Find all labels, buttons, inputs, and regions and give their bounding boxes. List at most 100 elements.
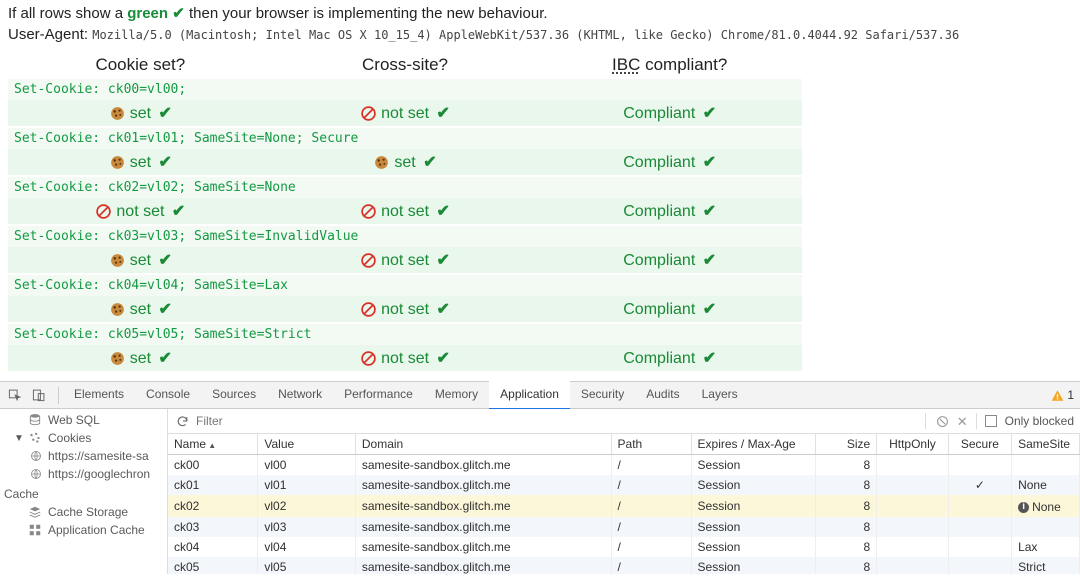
only-blocked-checkbox[interactable] — [985, 415, 997, 427]
devtools-tab-audits[interactable]: Audits — [635, 381, 690, 410]
devtools-tab-layers[interactable]: Layers — [691, 381, 749, 410]
cookie-icon — [109, 105, 126, 122]
cookie-col-header[interactable]: Domain — [355, 434, 611, 455]
result-cross-site: not set ✔ — [273, 198, 538, 224]
cookie-cell: vl00 — [258, 455, 355, 476]
sidebar-heading-cache: Cache — [0, 483, 167, 503]
cookie-cell: / — [611, 517, 691, 537]
cookie-cell: samesite-sandbox.glitch.me — [355, 455, 611, 476]
cookie-col-header[interactable]: Secure — [948, 434, 1011, 455]
sidebar-item[interactable]: https://googlechron — [0, 465, 167, 483]
cookie-row[interactable]: ck03vl03samesite-sandbox.glitch.me/Sessi… — [168, 517, 1080, 537]
devtools-tab-security[interactable]: Security — [570, 381, 635, 410]
devtools-panel: ElementsConsoleSourcesNetworkPerformance… — [0, 381, 1080, 574]
cookie-cell: vl02 — [258, 495, 355, 517]
filter-input[interactable] — [196, 414, 919, 428]
cookie-cell: Session — [691, 475, 816, 495]
nosign-icon — [360, 301, 377, 318]
devtools-tab-memory[interactable]: Memory — [424, 381, 489, 410]
result-compliant: Compliant ✔ — [537, 296, 802, 322]
check-icon: ✔ — [437, 105, 450, 122]
sidebar-item[interactable]: Cache Storage — [0, 503, 167, 521]
user-agent-value: Mozilla/5.0 (Macintosh; Intel Mac OS X 1… — [92, 28, 959, 42]
check-icon: ✔ — [159, 301, 172, 318]
result-compliant: Compliant ✔ — [537, 149, 802, 175]
result-row: not set ✔not set ✔Compliant ✔ — [8, 198, 802, 224]
test-table: Cookie set? Cross-site? IBC compliant? S… — [0, 55, 810, 371]
cookie-row[interactable]: ck04vl04samesite-sandbox.glitch.me/Sessi… — [168, 537, 1080, 557]
cookie-col-header[interactable]: SameSite — [1012, 434, 1080, 455]
set-cookie-header: Set-Cookie: ck03=vl03; SameSite=InvalidV… — [8, 226, 802, 247]
sidebar-item[interactable]: Application Cache — [0, 521, 167, 539]
cookie-cell — [877, 475, 948, 495]
sidebar-item[interactable]: Web SQL — [0, 411, 167, 429]
cookie-col-header[interactable]: Size — [816, 434, 877, 455]
devtools-tab-console[interactable]: Console — [135, 381, 201, 410]
devtools-warning-count[interactable]: 1 — [1051, 388, 1074, 402]
cookie-cell: ck05 — [168, 557, 258, 574]
cookie-icon — [109, 154, 126, 171]
check-icon: ✔ — [703, 154, 716, 171]
cookie-col-header[interactable]: Name — [168, 434, 258, 455]
cookie-cell: samesite-sandbox.glitch.me — [355, 517, 611, 537]
check-icon: ✔ — [703, 301, 716, 318]
cookie-col-header[interactable]: Path — [611, 434, 691, 455]
cookie-cell: / — [611, 455, 691, 476]
cookie-cell: 8 — [816, 475, 877, 495]
result-cross-site: not set ✔ — [273, 100, 538, 126]
sidebar-item[interactable]: ▼Cookies — [0, 429, 167, 447]
devtools-tab-sources[interactable]: Sources — [201, 381, 267, 410]
cookie-cell: / — [611, 495, 691, 517]
cookie-cell: ck02 — [168, 495, 258, 517]
cookie-col-header[interactable]: Value — [258, 434, 355, 455]
devtools-tab-elements[interactable]: Elements — [63, 381, 135, 410]
set-cookie-header: Set-Cookie: ck00=vl00; — [8, 79, 802, 100]
globe-icon — [30, 468, 42, 480]
globe-icon — [30, 450, 42, 462]
cookie-row[interactable]: ck01vl01samesite-sandbox.glitch.me/Sessi… — [168, 475, 1080, 495]
cookie-cell: / — [611, 557, 691, 574]
close-filter-icon[interactable]: ✕ — [957, 415, 968, 428]
cookie-cell: iNone — [1012, 495, 1080, 517]
sidebar-item-label: Web SQL — [48, 413, 100, 427]
refresh-icon[interactable] — [174, 413, 190, 429]
set-cookie-header: Set-Cookie: ck02=vl02; SameSite=None — [8, 177, 802, 198]
result-compliant: Compliant ✔ — [537, 198, 802, 224]
cookie-cell: 8 — [816, 557, 877, 574]
cookie-row[interactable]: ck02vl02samesite-sandbox.glitch.me/Sessi… — [168, 495, 1080, 517]
check-icon: ✔ — [172, 203, 185, 220]
cookie-table: NameValueDomainPathExpires / Max-AgeSize… — [168, 434, 1080, 574]
check-icon: ✔ — [437, 252, 450, 269]
cookie-cell: 8 — [816, 495, 877, 517]
devtools-tab-performance[interactable]: Performance — [333, 381, 424, 410]
cookie-row[interactable]: ck05vl05samesite-sandbox.glitch.me/Sessi… — [168, 557, 1080, 574]
cookie-row[interactable]: ck00vl00samesite-sandbox.glitch.me/Sessi… — [168, 455, 1080, 476]
cookie-col-header[interactable]: Expires / Max-Age — [691, 434, 816, 455]
nosign-icon — [360, 203, 377, 220]
cookie-cell: samesite-sandbox.glitch.me — [355, 557, 611, 574]
cookie-cell: Session — [691, 537, 816, 557]
device-toggle-icon[interactable] — [30, 386, 48, 404]
col-ibc-compliant: IBC compliant? — [537, 55, 802, 75]
result-cross-site: not set ✔ — [273, 247, 538, 273]
sidebar-item[interactable]: https://samesite-sa — [0, 447, 167, 465]
cookie-cell: 8 — [816, 517, 877, 537]
devtools-tab-network[interactable]: Network — [267, 381, 333, 410]
cookie-icon — [28, 431, 42, 445]
devtools-tab-application[interactable]: Application — [489, 381, 570, 410]
clear-filter-icon[interactable] — [936, 415, 949, 428]
result-cookie-set: set ✔ — [8, 296, 273, 322]
inspect-icon[interactable] — [6, 386, 24, 404]
cookie-cell: ck04 — [168, 537, 258, 557]
result-compliant: Compliant ✔ — [537, 100, 802, 126]
cookie-cell: vl04 — [258, 537, 355, 557]
intro-text: If all rows show a green ✔ then your bro… — [8, 4, 1072, 22]
cookie-col-header[interactable]: HttpOnly — [877, 434, 948, 455]
nosign-icon — [360, 105, 377, 122]
check-icon: ✔ — [159, 154, 172, 171]
cookie-cell: vl03 — [258, 517, 355, 537]
cookie-cell: ✓ — [948, 475, 1011, 495]
result-row: set ✔not set ✔Compliant ✔ — [8, 247, 802, 273]
cookie-cell — [948, 455, 1011, 476]
cookie-cell: Strict — [1012, 557, 1080, 574]
